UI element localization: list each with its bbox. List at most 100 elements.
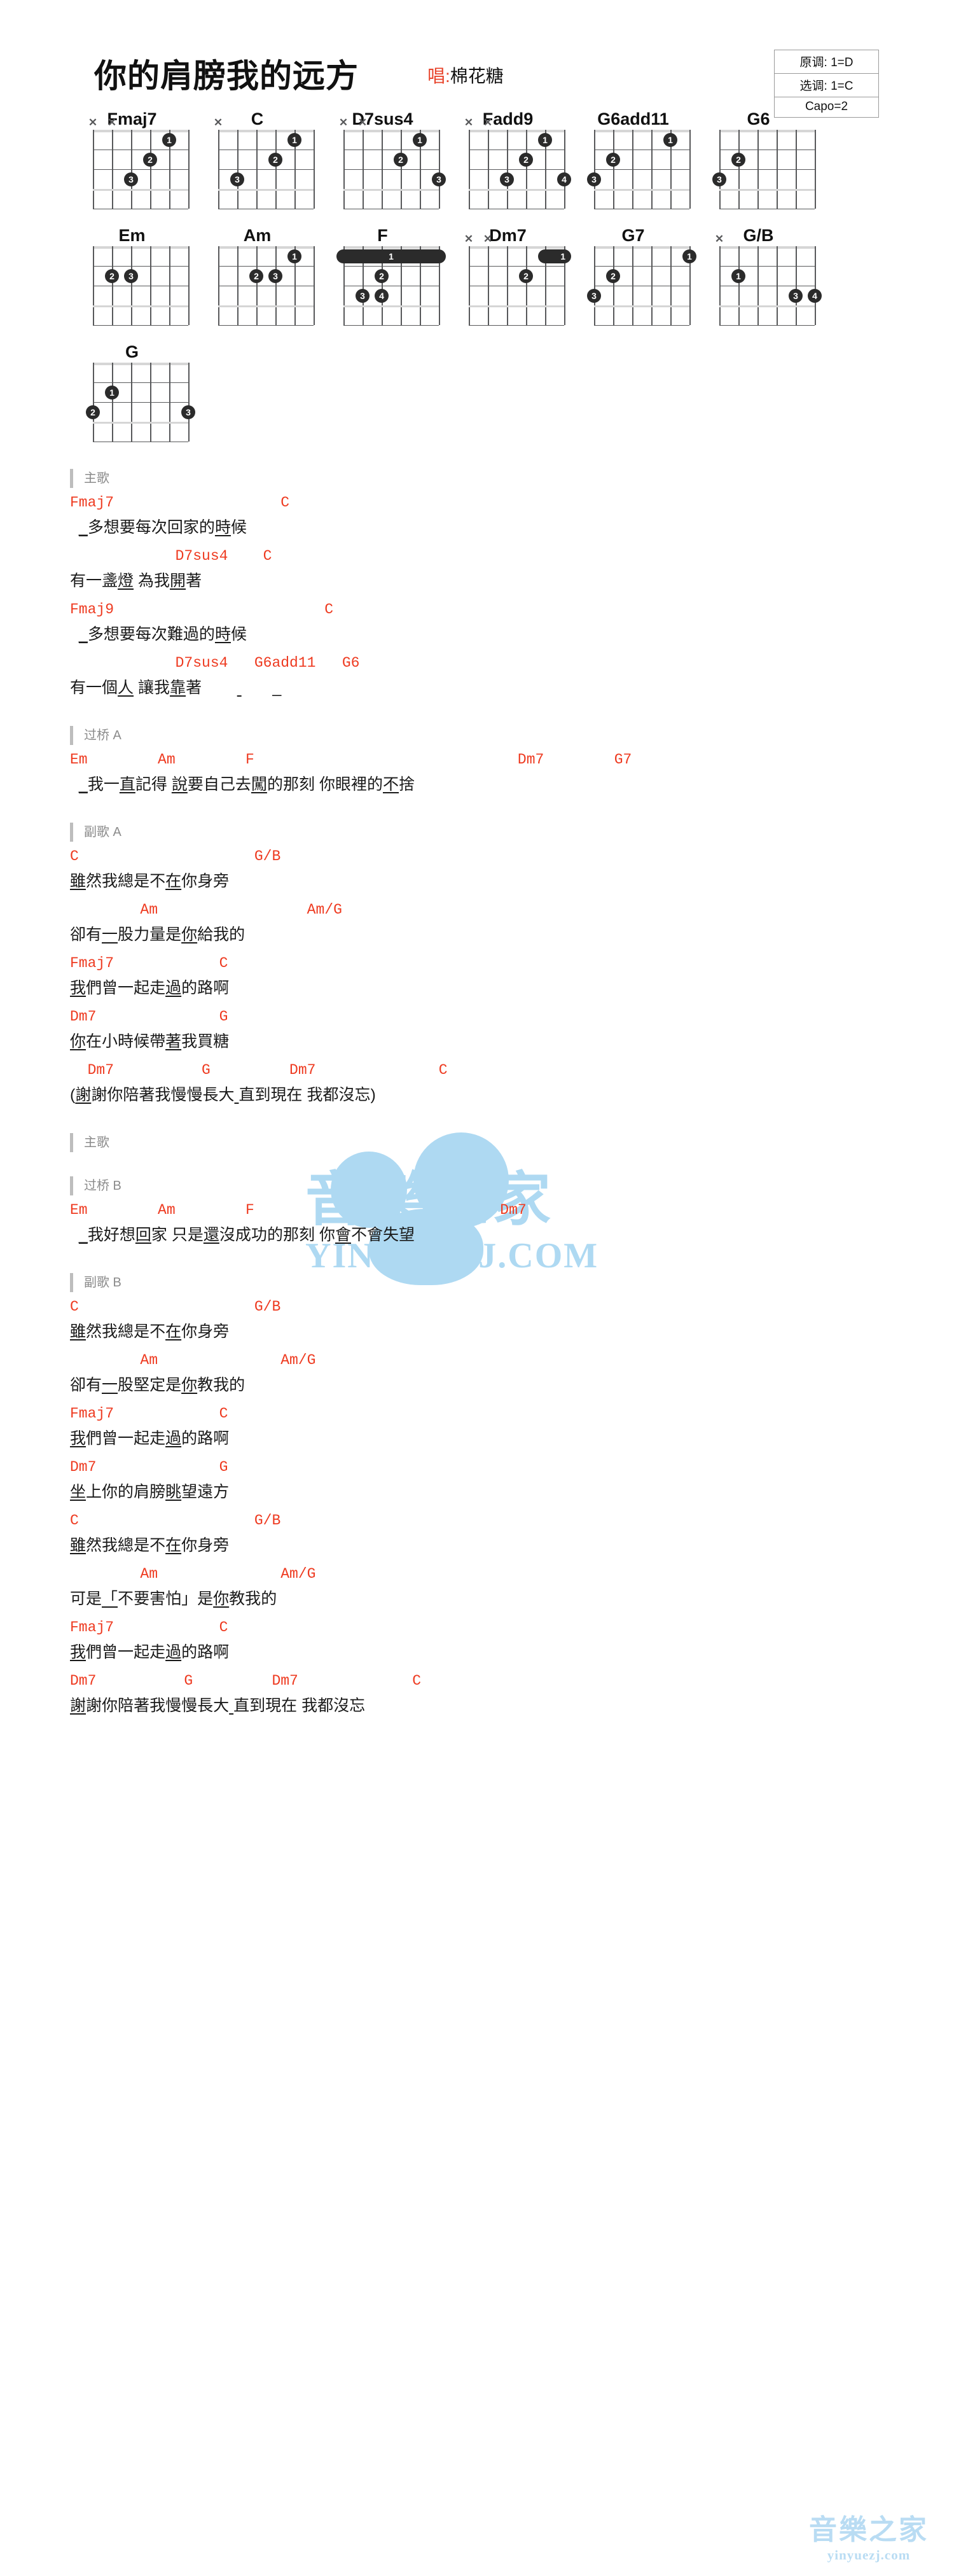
fret-line [218,305,314,307]
fret-line [719,189,815,191]
fretboard: 123 [86,363,195,443]
lyric-line: (謝謝你陪著我慢慢長大 直到現在 我都沒忘) [70,1086,376,1104]
string-line [188,130,190,209]
nut [343,130,439,132]
string-line [815,130,816,209]
finger-dot: 4 [375,288,389,303]
chord-diagram-fmaj7[interactable]: Fmaj7 1 2 3 ✕ ✕ [71,108,197,210]
fretboard: 1 2 3 ✕ ✕ [339,116,446,210]
finger-dot: 2 [394,152,408,167]
lyric-line: 可是「不要害怕」是你教我的 [70,1590,277,1608]
chord-diagram-g6[interactable]: G6 2 3 [698,108,823,210]
fretboard: 123 [218,246,315,326]
finger-dot: 2 [606,268,620,283]
string-line [815,246,816,325]
chord-name: F [377,226,388,245]
fret-line [719,325,815,326]
string-line [314,130,315,209]
string-line [314,246,315,325]
fret-line [469,305,564,307]
lyric-line: 雖然我總是不在你身旁 [70,1536,230,1554]
chord-diagram-g-b[interactable]: G/B 1 3 4 ✕ [698,225,823,326]
chord-line: Fmaj7 C [70,494,290,511]
chord-line: Dm7 G [70,1008,228,1025]
nut [469,130,564,132]
finger-dot: 4 [557,172,571,186]
chord-diagram-em[interactable]: Em 2 3 [71,225,197,326]
chord-diagram-d7sus4[interactable]: D7sus4 1 2 3 ✕ ✕ [322,108,447,210]
finger-dot: 1 [682,249,696,263]
chord-diagram-g7[interactable]: G7 1 2 3 [572,225,698,326]
chord-line: Dm7 G [70,1459,228,1475]
watermark-bottom: 音樂之家 yinyuezj.com [809,2507,929,2563]
mute-marker: ✕ [88,116,98,129]
chord-line: Dm7 G Dm7 C [70,1673,422,1689]
chord-name: Fmaj7 [107,109,157,129]
chord-line: Am Am/G [70,1566,316,1582]
fret-line [218,325,314,326]
chord-name: Em [118,226,146,245]
fret-line [218,189,314,191]
lyric-line: _我好想回家 只是還沒成功的那刻 你會不會失望 [78,1226,415,1244]
finger-dot: 2 [105,268,119,283]
fret-line [719,305,815,307]
finger-dot: 2 [268,152,282,167]
lyric-section: 副歌 A C G/B 雖然我總是不在你身旁 Am Am/G 卻有一股力量是你給我的 Fm… [70,823,954,1129]
chord-line: Fmaj9 C [70,601,334,618]
mute-marker: ✕ [357,116,368,129]
finger-dot: 4 [808,288,822,303]
lyric-section: 过桥 A Em Am F Dm7 G7 _我一直記得 說要自己去闖的那刻 你眼裡的… [70,726,954,819]
chord-row: G 12 3 [71,341,954,443]
chord-name: Am [243,226,272,245]
lyric-line: 你在小時候帶著我買糖 [70,1033,230,1050]
finger-dot: 3 [356,288,370,303]
finger-dot: 3 [789,288,803,303]
nut [93,363,188,365]
chord-diagram-dm7[interactable]: Dm7 1 2 ✕ ✕ [447,225,572,326]
fret-line [594,169,689,171]
nut [343,246,439,249]
chord-diagram-grid: Fmaj7 1 2 3 ✕ ✕ C 1 2 3 ✕ D7sus4 1 2 3 ✕ ✕ Fadd9 1 2 3 4 ✕ ✕ G6a… [0,108,954,443]
chord-diagram-fadd9[interactable]: Fadd9 1 2 3 4 ✕ ✕ [447,108,572,210]
chord-diagram-f[interactable]: F 1 234 [322,225,447,326]
chord-line: Fmaj7 C [70,1619,228,1636]
chord-line: D7sus4 G6add11 G6 [70,655,360,671]
chord-line: D7sus4 C [70,548,272,564]
finger-dot: 3 [712,172,726,186]
chord-diagram-c[interactable]: C 1 2 3 ✕ [197,108,322,210]
chord-name: G [125,342,139,361]
finger-dot: 1 [731,268,745,283]
nut [218,130,314,132]
nut [719,246,815,249]
lyric-line: 我們曾一起走過的路啊 [70,979,230,997]
fret-line [343,325,439,326]
finger-dot: 3 [230,172,244,186]
chord-name: G/B [743,226,774,245]
mute-marker: ✕ [213,116,223,129]
chord-diagram-g[interactable]: G 12 3 [71,341,197,443]
lyric-section: 主歌 [70,1133,954,1173]
chord-name: G6 [747,109,770,129]
lyric-line: 雖然我總是不在你身旁 [70,1323,230,1340]
chord-diagram-g6add11[interactable]: G6add11 1 2 3 [572,108,698,210]
chord-diagram-am[interactable]: Am 1 2 3 [197,225,322,326]
chord-name: Fadd9 [482,109,534,129]
fret-line [93,169,188,171]
singer-name: 棉花糖 [450,66,504,86]
lyric-line: _我一直記得 說要自己去闖的那刻 你眼裡的不捨 [78,776,415,793]
fret-line [719,266,815,267]
fret-line [93,422,188,424]
nut [93,246,188,249]
fret-line [594,325,689,326]
section-label: 副歌 A [70,823,954,842]
chord-line: Am Am/G [70,902,342,918]
finger-dot: 2 [731,152,745,167]
nut [469,246,564,249]
fretboard: 1 2 ✕ ✕ [464,233,571,326]
chord-name: C [251,109,264,129]
fret-line [218,266,314,267]
string-line [564,130,565,209]
